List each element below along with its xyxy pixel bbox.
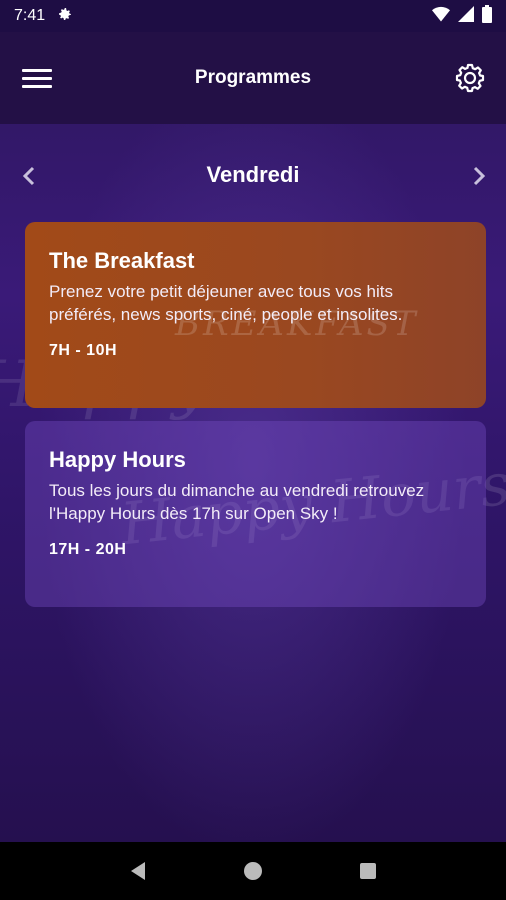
system-nav-bar <box>0 842 506 900</box>
program-card[interactable]: Happy Hours Tous les jours du dimanche a… <box>25 421 486 607</box>
program-title: The Breakfast <box>49 248 195 273</box>
program-time: 17H - 20H <box>49 541 127 558</box>
day-label: Vendredi <box>206 162 300 187</box>
program-description: Tous les jours du dimanche au vendredi r… <box>49 481 425 523</box>
app-bar: Programmes <box>0 32 506 124</box>
home-circle-icon[interactable] <box>241 859 265 883</box>
day-navigator: Vendredi <box>0 150 506 200</box>
recents-square-icon[interactable] <box>356 859 380 883</box>
status-time: 7:41 <box>14 7 46 24</box>
chevron-left-icon[interactable] <box>18 164 42 188</box>
wifi-icon <box>432 6 450 27</box>
chevron-right-icon[interactable] <box>466 164 490 188</box>
gear-icon[interactable] <box>454 62 486 94</box>
battery-icon <box>482 4 492 28</box>
signal-icon <box>458 5 474 27</box>
page-title: Programmes <box>194 67 312 88</box>
settings-icon <box>57 6 73 27</box>
hamburger-menu-icon[interactable] <box>22 66 52 90</box>
program-title: Happy Hours <box>49 447 186 472</box>
program-time: 7H - 10H <box>49 342 118 359</box>
program-card[interactable]: BREAKFAST The Breakfast Prenez votre pet… <box>25 222 486 408</box>
status-bar: 7:41 <box>0 0 506 32</box>
back-triangle-icon[interactable] <box>126 859 150 883</box>
card-watermark: BREAKFAST <box>175 304 419 344</box>
